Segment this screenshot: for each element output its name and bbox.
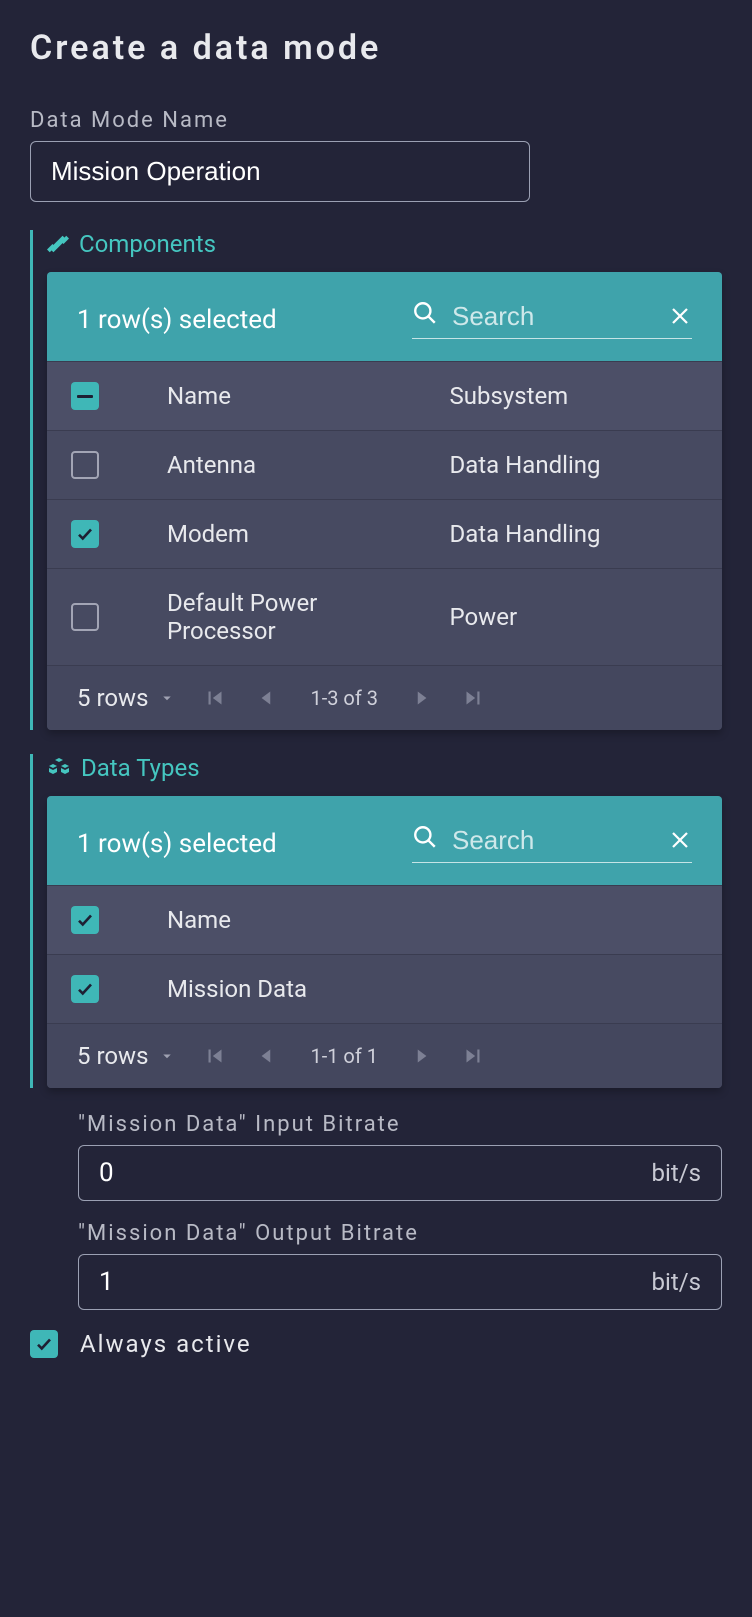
cubes-icon — [47, 756, 71, 780]
prev-page-button[interactable] — [254, 1043, 280, 1069]
data-types-pagination: 5 rows 1-1 of 1 — [47, 1023, 722, 1088]
components-search-input[interactable] — [452, 301, 654, 332]
components-heading: Components — [79, 230, 216, 258]
column-name: Name — [157, 906, 722, 934]
output-bitrate-value: 1 — [99, 1267, 114, 1297]
components-select-all-checkbox[interactable] — [71, 382, 99, 410]
cell-subsystem: Data Handling — [440, 520, 723, 548]
search-icon — [412, 824, 438, 856]
data-types-toolbar: 1 row(s) selected — [47, 796, 722, 885]
close-icon[interactable] — [668, 304, 692, 328]
search-icon — [412, 300, 438, 332]
data-types-select-all-checkbox[interactable] — [71, 906, 99, 934]
next-page-button[interactable] — [408, 685, 434, 711]
table-row[interactable]: Antenna Data Handling — [47, 430, 722, 499]
satellite-icon — [47, 233, 69, 255]
chevron-down-icon — [158, 689, 176, 707]
components-search[interactable] — [412, 300, 692, 339]
always-active-row: Always active — [30, 1330, 722, 1358]
cell-name: Antenna — [157, 451, 440, 479]
table-row[interactable]: Default Power Processor Power — [47, 568, 722, 665]
input-bitrate-input[interactable]: 0 bit/s — [78, 1145, 722, 1201]
table-row[interactable]: Mission Data — [47, 954, 722, 1023]
page-size-select[interactable]: 5 rows — [77, 1042, 176, 1070]
pagination-range: 1-1 of 1 — [310, 1044, 378, 1068]
data-types-search[interactable] — [412, 824, 692, 863]
column-subsystem: Subsystem — [440, 382, 723, 410]
output-bitrate-unit: bit/s — [652, 1268, 701, 1296]
pagination-range: 1-3 of 3 — [310, 686, 378, 710]
output-bitrate-label: "Mission Data" Output Bitrate — [78, 1221, 722, 1246]
components-selected-count: 1 row(s) selected — [77, 305, 277, 335]
prev-page-button[interactable] — [254, 685, 280, 711]
data-types-table: 1 row(s) selected Name Mission Data 5 ro… — [47, 796, 722, 1088]
cell-subsystem: Power — [440, 603, 723, 631]
page-size-label: 5 rows — [77, 684, 148, 712]
data-types-heading: Data Types — [81, 754, 200, 782]
chevron-down-icon — [158, 1047, 176, 1065]
components-toolbar: 1 row(s) selected — [47, 272, 722, 361]
next-page-button[interactable] — [408, 1043, 434, 1069]
input-bitrate-value: 0 — [99, 1158, 114, 1188]
last-page-button[interactable] — [460, 1043, 486, 1069]
row-checkbox[interactable] — [71, 975, 99, 1003]
cell-subsystem: Data Handling — [440, 451, 723, 479]
first-page-button[interactable] — [202, 1043, 228, 1069]
page-size-label: 5 rows — [77, 1042, 148, 1070]
components-section: Components 1 row(s) selected Name Subsys… — [30, 230, 722, 730]
data-mode-name-label: Data Mode Name — [30, 108, 722, 133]
cell-name: Modem — [157, 520, 440, 548]
close-icon[interactable] — [668, 828, 692, 852]
data-types-header-row: Name — [47, 885, 722, 954]
components-pagination: 5 rows 1-3 of 3 — [47, 665, 722, 730]
input-bitrate-unit: bit/s — [652, 1159, 701, 1187]
row-checkbox[interactable] — [71, 520, 99, 548]
column-name: Name — [157, 382, 440, 410]
input-bitrate-label: "Mission Data" Input Bitrate — [78, 1112, 722, 1137]
table-row[interactable]: Modem Data Handling — [47, 499, 722, 568]
data-types-section: Data Types 1 row(s) selected Name Missio… — [30, 754, 722, 1088]
cell-name: Default Power Processor — [157, 589, 440, 645]
always-active-checkbox[interactable] — [30, 1330, 58, 1358]
components-header-row: Name Subsystem — [47, 361, 722, 430]
row-checkbox[interactable] — [71, 603, 99, 631]
data-types-search-input[interactable] — [452, 825, 654, 856]
output-bitrate-input[interactable]: 1 bit/s — [78, 1254, 722, 1310]
components-table: 1 row(s) selected Name Subsystem Antenna… — [47, 272, 722, 730]
cell-name: Mission Data — [157, 975, 722, 1003]
page-size-select[interactable]: 5 rows — [77, 684, 176, 712]
data-mode-name-input[interactable] — [30, 141, 530, 202]
last-page-button[interactable] — [460, 685, 486, 711]
first-page-button[interactable] — [202, 685, 228, 711]
row-checkbox[interactable] — [71, 451, 99, 479]
always-active-label: Always active — [80, 1330, 252, 1358]
page-title: Create a data mode — [30, 28, 722, 68]
data-types-selected-count: 1 row(s) selected — [77, 829, 277, 859]
